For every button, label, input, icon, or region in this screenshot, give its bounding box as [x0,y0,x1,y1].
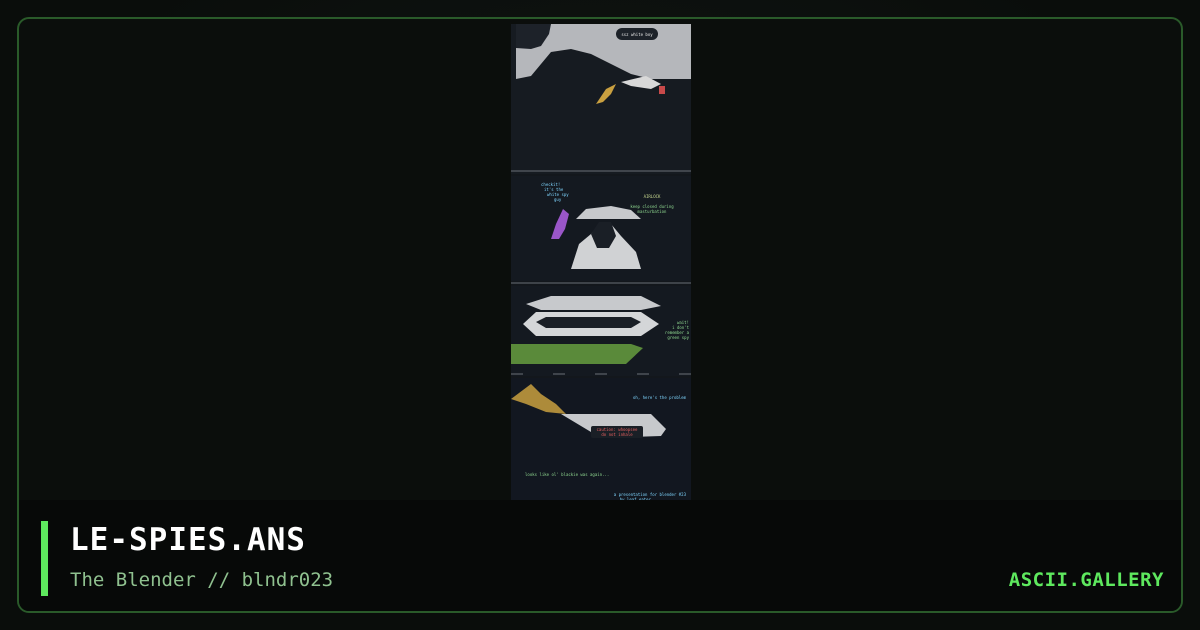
ascii-checkit-4: guy [554,197,562,202]
ascii-problem-text: oh, here's the problem [633,395,687,400]
artwork-byline: The Blender // blndr023 [70,569,334,591]
ascii-green-slime [511,344,643,364]
info-bar: LE-SPIES.ANS The Blender // blndr023 ASC… [19,500,1181,611]
og-card: ssz white boy checkit! it's the white sp… [0,0,1200,630]
ascii-caution-2: do not inhale [601,432,633,437]
accent-bar [41,521,48,596]
ascii-hatch-inner [536,317,641,328]
card-frame: ssz white boy checkit! it's the white sp… [17,17,1183,613]
ascii-red-mark [659,86,665,94]
ascii-wait-4: green spy [667,335,689,340]
site-brand[interactable]: ASCII.GALLERY [1009,569,1164,591]
ascii-hatch-top [526,296,661,310]
ascii-airlock-title: AIRLOCK [644,194,661,199]
ascii-panel1-caption: ssz white boy [621,32,653,37]
ascii-airlock-notice-2: masturbation [638,209,667,214]
artwork-title: LE-SPIES.ANS [70,522,306,558]
ascii-artwork-preview[interactable]: ssz white boy checkit! it's the white sp… [511,24,691,504]
ascii-blackie-text: looks like ol' blackie was again... [525,472,609,477]
